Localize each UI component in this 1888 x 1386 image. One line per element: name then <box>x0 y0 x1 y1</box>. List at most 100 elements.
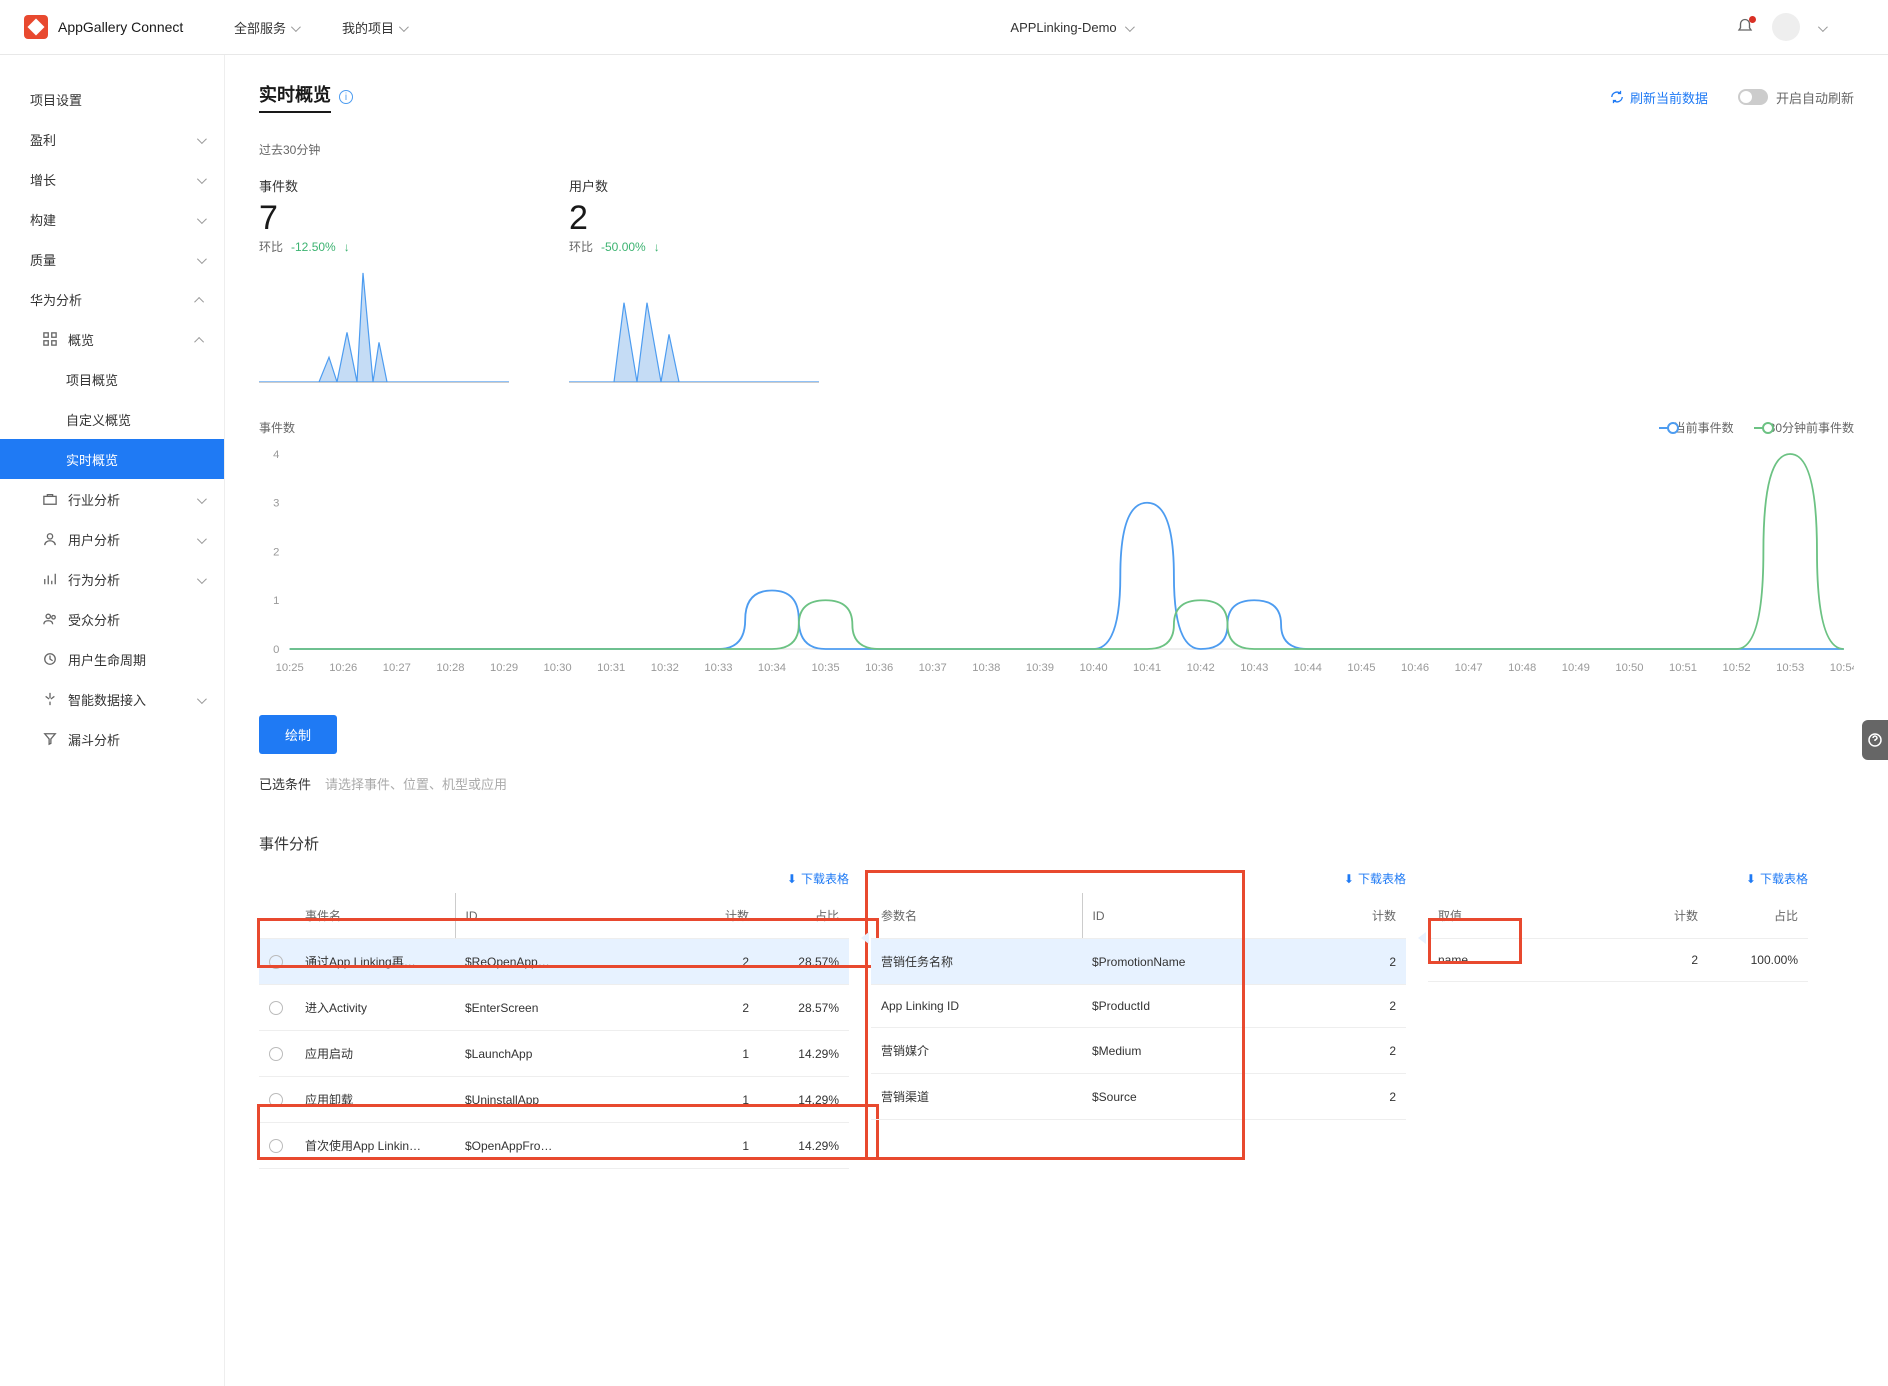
info-icon[interactable]: i <box>339 90 353 104</box>
data-icon <box>42 691 58 707</box>
sidebar-item-smart-data[interactable]: 智能数据接入 <box>0 679 224 719</box>
sidebar-item-industry[interactable]: 行业分析 <box>0 479 224 519</box>
app-selector[interactable]: APPLinking-Demo <box>1010 20 1131 35</box>
help-float-button[interactable] <box>1862 720 1888 760</box>
col-header: 计数 <box>1326 893 1406 939</box>
sparkline-events <box>259 263 509 383</box>
conditions-label: 已选条件 <box>259 774 311 793</box>
svg-text:10:49: 10:49 <box>1562 662 1590 674</box>
radio[interactable] <box>269 1139 283 1153</box>
brand[interactable]: AppGallery Connect <box>24 15 234 39</box>
top-header: AppGallery Connect 全部服务 我的项目 APPLinking-… <box>0 0 1888 55</box>
table-row[interactable]: 营销渠道$Source2 <box>871 1074 1406 1120</box>
avatar[interactable] <box>1772 13 1800 41</box>
radio[interactable] <box>269 1047 283 1061</box>
sidebar-item-custom-overview[interactable]: 自定义概览 <box>0 399 224 439</box>
col-header: 占比 <box>1708 893 1808 939</box>
notifications-icon[interactable] <box>1736 18 1754 36</box>
table-row[interactable]: App Linking ID$ProductId2 <box>871 985 1406 1028</box>
funnel-icon <box>42 731 58 747</box>
radio[interactable] <box>269 1001 283 1015</box>
svg-text:10:42: 10:42 <box>1187 662 1215 674</box>
menu-my-projects[interactable]: 我的项目 <box>342 18 406 37</box>
legend-current[interactable]: 当前事件数 <box>1659 419 1734 436</box>
user-menu[interactable] <box>1818 20 1864 35</box>
sidebar-item-lifecycle[interactable]: 用户生命周期 <box>0 639 224 679</box>
download-table-2[interactable]: ⬇下载表格 <box>871 870 1406 887</box>
svg-text:10:29: 10:29 <box>490 662 518 674</box>
sidebar-item-audience[interactable]: 受众分析 <box>0 599 224 639</box>
svg-text:10:26: 10:26 <box>329 662 357 674</box>
sidebar-item-huawei-analytics[interactable]: 华为分析 <box>0 279 224 319</box>
table-row[interactable]: 应用启动$LaunchApp114.29% <box>259 1031 849 1077</box>
auto-refresh-toggle[interactable]: 开启自动刷新 <box>1738 88 1854 107</box>
table-row[interactable]: 通过App Linking再…$ReOpenApp…228.57% <box>259 939 849 985</box>
sidebar-item-project-settings[interactable]: 项目设置 <box>0 79 224 119</box>
svg-text:10:48: 10:48 <box>1508 662 1536 674</box>
event-chart: 0123410:2510:2610:2710:2810:2910:3010:31… <box>259 444 1854 679</box>
table-row[interactable]: 应用卸载$UninstallApp114.29% <box>259 1077 849 1123</box>
sidebar-item-build[interactable]: 构建 <box>0 199 224 239</box>
sidebar-item-overview[interactable]: 概览 <box>0 319 224 359</box>
svg-text:10:39: 10:39 <box>1026 662 1054 674</box>
events-table-card: ⬇下载表格 事件名ID计数占比通过App Linking再…$ReOpenApp… <box>259 870 849 1169</box>
col-header: 取值 <box>1428 893 1628 939</box>
legend-30m-ago[interactable]: 30分钟前事件数 <box>1754 419 1854 436</box>
arrow-down-icon: ↓ <box>654 240 660 254</box>
menu-all-services[interactable]: 全部服务 <box>234 18 298 37</box>
table-row[interactable]: name2100.00% <box>1428 939 1808 982</box>
conditions-placeholder: 请选择事件、位置、机型或应用 <box>325 774 507 793</box>
toggle-switch[interactable] <box>1738 89 1768 105</box>
selection-pointer-icon <box>1418 932 1426 947</box>
sidebar-item-growth[interactable]: 增长 <box>0 159 224 199</box>
svg-text:10:30: 10:30 <box>544 662 572 674</box>
col-header: 计数 <box>679 893 759 939</box>
header-menu: 全部服务 我的项目 <box>234 18 406 37</box>
sidebar-item-behavior[interactable]: 行为分析 <box>0 559 224 599</box>
svg-text:10:36: 10:36 <box>865 662 893 674</box>
sidebar-item-quality[interactable]: 质量 <box>0 239 224 279</box>
radio[interactable] <box>269 1093 283 1107</box>
sidebar-item-user-analysis[interactable]: 用户分析 <box>0 519 224 559</box>
radio[interactable] <box>269 955 283 969</box>
download-table-3[interactable]: ⬇下载表格 <box>1428 870 1808 887</box>
sidebar-item-profit[interactable]: 盈利 <box>0 119 224 159</box>
svg-text:0: 0 <box>273 644 279 656</box>
user-icon <box>42 531 58 547</box>
sidebar-item-realtime-overview[interactable]: 实时概览 <box>0 439 224 479</box>
col-header: ID <box>1082 893 1326 939</box>
table-row[interactable]: 营销任务名称$PromotionName2 <box>871 939 1406 985</box>
sidebar-item-project-overview[interactable]: 项目概览 <box>0 359 224 399</box>
col-header: 计数 <box>1628 893 1708 939</box>
table-row[interactable]: 进入Activity$EnterScreen228.57% <box>259 985 849 1031</box>
svg-text:10:45: 10:45 <box>1347 662 1375 674</box>
refresh-button[interactable]: 刷新当前数据 <box>1610 88 1708 107</box>
cycle-icon <box>42 651 58 667</box>
svg-text:10:28: 10:28 <box>436 662 464 674</box>
grid-icon <box>42 331 58 347</box>
col-header: 参数名 <box>871 893 1082 939</box>
svg-text:10:51: 10:51 <box>1669 662 1697 674</box>
download-table-1[interactable]: ⬇下载表格 <box>259 870 849 887</box>
svg-text:10:46: 10:46 <box>1401 662 1429 674</box>
draw-button[interactable]: 绘制 <box>259 715 337 754</box>
svg-text:10:43: 10:43 <box>1240 662 1268 674</box>
events-table: 事件名ID计数占比通过App Linking再…$ReOpenApp…228.5… <box>259 893 849 1169</box>
sidebar-item-funnel[interactable]: 漏斗分析 <box>0 719 224 759</box>
selection-pointer-icon <box>861 932 869 947</box>
brand-icon <box>24 15 48 39</box>
svg-text:10:34: 10:34 <box>758 662 786 674</box>
svg-text:10:53: 10:53 <box>1776 662 1804 674</box>
download-icon: ⬇ <box>787 872 797 886</box>
svg-text:10:41: 10:41 <box>1133 662 1161 674</box>
chevron-down-icon <box>1125 20 1132 35</box>
svg-text:10:44: 10:44 <box>1294 662 1322 674</box>
brand-text: AppGallery Connect <box>58 19 183 35</box>
svg-text:10:25: 10:25 <box>276 662 304 674</box>
values-table: 取值计数占比name2100.00% <box>1428 893 1808 982</box>
col-header: ID <box>455 893 679 939</box>
svg-text:10:32: 10:32 <box>651 662 679 674</box>
chart-icon <box>42 571 58 587</box>
table-row[interactable]: 营销媒介$Medium2 <box>871 1028 1406 1074</box>
table-row[interactable]: 首次使用App Linkin…$OpenAppFro…114.29% <box>259 1123 849 1169</box>
